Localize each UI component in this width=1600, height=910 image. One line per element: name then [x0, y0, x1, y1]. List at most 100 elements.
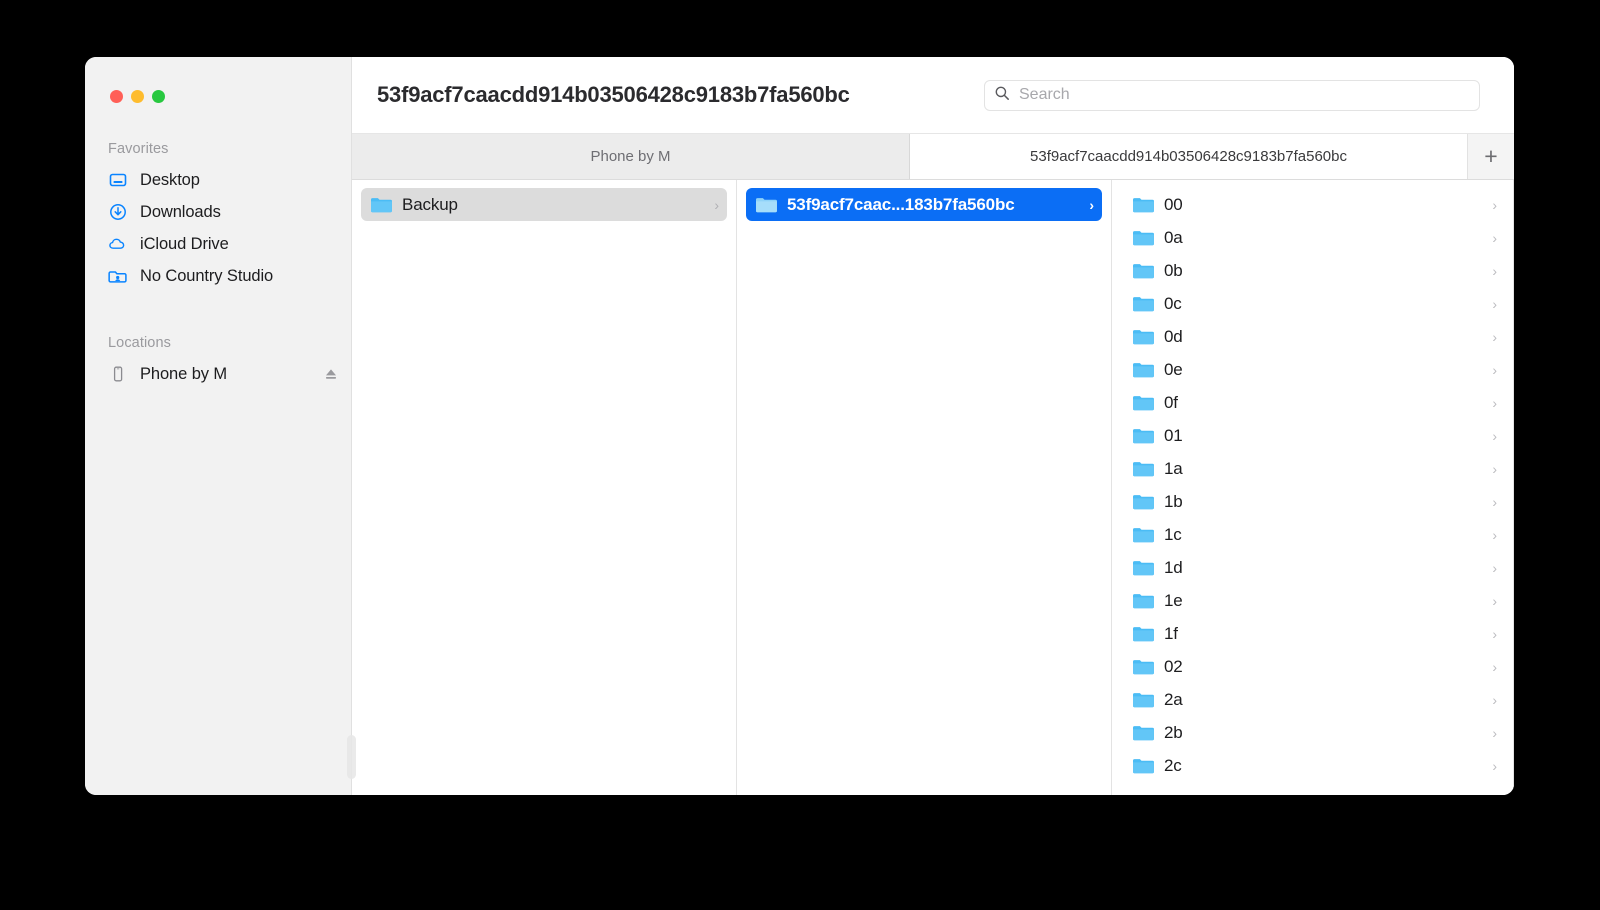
list-item-label: 02: [1164, 656, 1183, 676]
list-item-label: 0d: [1164, 326, 1183, 346]
list-item[interactable]: 0b ›: [1123, 254, 1505, 287]
folder-icon: [1132, 328, 1154, 346]
content-pane: 53f9acf7caacdd914b03506428c9183b7fa560bc…: [352, 57, 1514, 795]
list-item-label: 1f: [1164, 623, 1178, 643]
chevron-right-icon: ›: [1492, 625, 1497, 642]
search-input[interactable]: [1019, 86, 1470, 104]
list-item-label: 1a: [1164, 458, 1183, 478]
folder-icon: [1132, 493, 1154, 511]
traffic-lights: [85, 57, 351, 103]
sidebar-item-desktop[interactable]: Desktop: [85, 164, 351, 196]
list-item[interactable]: 0a ›: [1123, 221, 1505, 254]
folder-icon: [1132, 394, 1154, 412]
close-button[interactable]: [110, 90, 123, 103]
list-item-label: 0a: [1164, 227, 1183, 247]
sidebar-item-label: No Country Studio: [140, 266, 274, 285]
list-item-label: 00: [1164, 194, 1183, 214]
list-item[interactable]: 02 ›: [1123, 650, 1505, 683]
column-backup: Backup ›: [352, 180, 737, 795]
chevron-right-icon: ›: [1492, 724, 1497, 741]
chevron-right-icon: ›: [1492, 328, 1497, 345]
new-tab-button[interactable]: +: [1468, 134, 1514, 179]
folder-icon: [1132, 625, 1154, 643]
folder-icon: [1132, 658, 1154, 676]
list-item-label: 2c: [1164, 755, 1182, 775]
search-icon: [994, 85, 1010, 106]
folder-icon: [1132, 559, 1154, 577]
folder-icon: [1132, 196, 1154, 214]
folder-icon: [1132, 262, 1154, 280]
chevron-right-icon: ›: [1492, 691, 1497, 708]
favorites-heading: Favorites: [108, 141, 169, 157]
list-item[interactable]: 0f ›: [1123, 386, 1505, 419]
sidebar-item-phone-by-m[interactable]: Phone by M: [85, 358, 351, 390]
list-item-label: 1d: [1164, 557, 1183, 577]
iphone-icon: [108, 364, 128, 384]
list-item[interactable]: 53f9acf7caac...183b7fa560bc ›: [746, 188, 1102, 221]
chevron-right-icon: ›: [1492, 526, 1497, 543]
list-item-label: 1c: [1164, 524, 1182, 544]
sidebar-item-downloads[interactable]: Downloads: [85, 196, 351, 228]
search-field[interactable]: [984, 79, 1480, 111]
folder-icon: [1132, 460, 1154, 478]
list-item-label: 0e: [1164, 359, 1183, 379]
column-hash-buckets[interactable]: 00 › 0a › 0b › 0c › 0d › 0e › 0f › 01 › 1a › 1b › 1c › 1d › 1e › 1…: [1112, 180, 1514, 795]
list-item[interactable]: 00 ›: [1123, 188, 1505, 221]
sidebar-item-icloud-drive[interactable]: iCloud Drive: [85, 228, 351, 260]
list-item[interactable]: 2a ›: [1123, 683, 1505, 716]
list-item[interactable]: 0e ›: [1123, 353, 1505, 386]
maximize-button[interactable]: [152, 90, 165, 103]
list-item[interactable]: 0d ›: [1123, 320, 1505, 353]
folder-icon: [1132, 757, 1154, 775]
list-item[interactable]: 1f ›: [1123, 617, 1505, 650]
folder-icon: [755, 196, 777, 214]
list-item-label: 53f9acf7caac...183b7fa560bc: [787, 194, 1015, 214]
page-title: 53f9acf7caacdd914b03506428c9183b7fa560bc: [377, 82, 850, 107]
sidebar-item-label: Phone by M: [140, 364, 228, 383]
chevron-right-icon: ›: [1492, 493, 1497, 510]
toolbar: 53f9acf7caacdd914b03506428c9183b7fa560bc: [352, 57, 1514, 133]
chevron-right-icon: ›: [1492, 427, 1497, 444]
chevron-right-icon: ›: [714, 196, 719, 213]
tab-bar: Phone by M 53f9acf7caacdd914b03506428c91…: [352, 133, 1514, 180]
sidebar-item-label: Downloads: [140, 202, 221, 221]
sidebar-item-no-country-studio[interactable]: No Country Studio: [85, 260, 351, 292]
tab-phone-by-m[interactable]: Phone by M: [352, 134, 910, 179]
desktop-icon: [108, 170, 128, 190]
list-item[interactable]: 1e ›: [1123, 584, 1505, 617]
list-item[interactable]: 2b ›: [1123, 716, 1505, 749]
list-item-label: 2a: [1164, 689, 1183, 709]
folder-icon: [1132, 427, 1154, 445]
finder-window: Favorites Desktop Downloads iCloud Drive…: [85, 57, 1514, 795]
chevron-right-icon: ›: [1492, 559, 1497, 576]
column-backup-uuid: 53f9acf7caac...183b7fa560bc ›: [737, 180, 1112, 795]
chevron-right-icon: ›: [1492, 460, 1497, 477]
chevron-right-icon: ›: [1492, 229, 1497, 246]
list-item-label: 1e: [1164, 590, 1183, 610]
folder-icon: [370, 196, 392, 214]
folder-icon: [1132, 592, 1154, 610]
list-item[interactable]: 0c ›: [1123, 287, 1505, 320]
chevron-right-icon: ›: [1492, 394, 1497, 411]
list-item-label: 0f: [1164, 392, 1178, 412]
list-item-label: 01: [1164, 425, 1183, 445]
chevron-right-icon: ›: [1492, 592, 1497, 609]
list-item[interactable]: 2c ›: [1123, 749, 1505, 782]
downloads-icon: [108, 202, 128, 222]
tab-backup-uuid[interactable]: 53f9acf7caacdd914b03506428c9183b7fa560bc: [910, 134, 1468, 179]
list-item[interactable]: 1d ›: [1123, 551, 1505, 584]
list-item-label: 0b: [1164, 260, 1183, 280]
list-item[interactable]: 1c ›: [1123, 518, 1505, 551]
sidebar-item-label: Desktop: [140, 170, 200, 189]
folder-icon: [1132, 724, 1154, 742]
list-item[interactable]: 01 ›: [1123, 419, 1505, 452]
list-item[interactable]: Backup ›: [361, 188, 727, 221]
chevron-right-icon: ›: [1492, 658, 1497, 675]
minimize-button[interactable]: [131, 90, 144, 103]
chevron-right-icon: ›: [1492, 361, 1497, 378]
eject-icon[interactable]: [323, 366, 339, 382]
list-item[interactable]: 1a ›: [1123, 452, 1505, 485]
folder-icon: [1132, 229, 1154, 247]
chevron-right-icon: ›: [1492, 295, 1497, 312]
list-item[interactable]: 1b ›: [1123, 485, 1505, 518]
